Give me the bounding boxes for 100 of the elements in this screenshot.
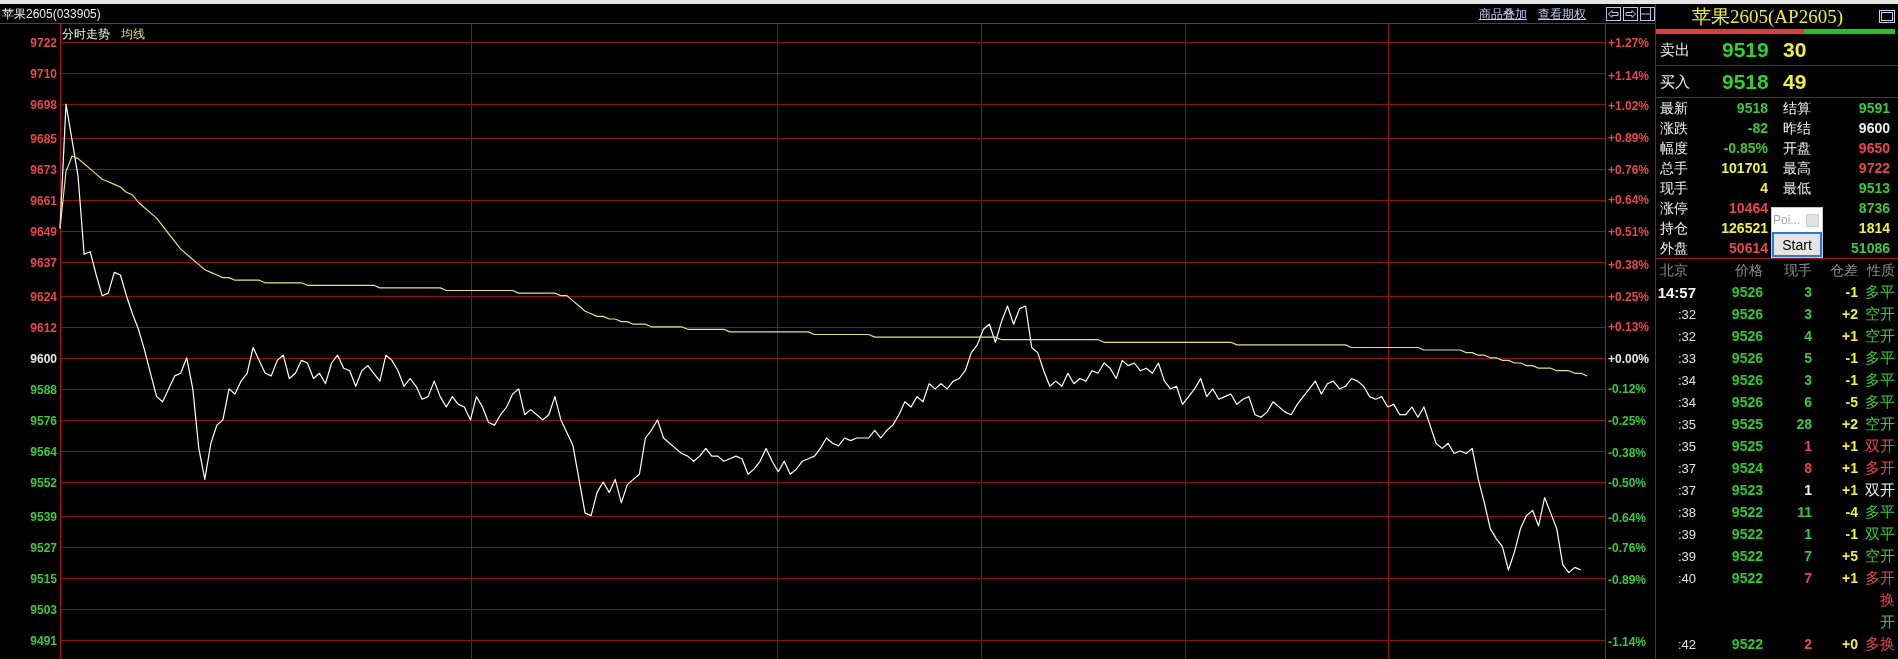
trade-nature: 空开 <box>1865 328 1895 344</box>
trade-oi-change: +1 <box>1842 570 1858 586</box>
trade-price: 9526 <box>1731 394 1763 410</box>
trade-nature: 空开 <box>1865 416 1895 432</box>
price-axis-label: 9624 <box>30 290 57 304</box>
quote-label: 最高 <box>1783 160 1811 176</box>
trade-volume: 11 <box>1797 504 1812 520</box>
percent-axis-label: +0.64% <box>1608 193 1650 207</box>
trade-time: :39 <box>1677 548 1696 564</box>
trade-oi-change: +0 <box>1842 636 1858 652</box>
trade-oi-change: +1 <box>1842 328 1858 344</box>
quote-label: 幅度 <box>1660 140 1688 156</box>
column-header: 北京 <box>1660 262 1688 278</box>
column-header: 性质 <box>1867 262 1895 278</box>
header-link[interactable]: 商品叠加 <box>1479 6 1527 21</box>
maximize-icon[interactable] <box>1879 10 1895 23</box>
trade-oi-change: +2 <box>1842 416 1858 432</box>
trade-nature: 多平 <box>1865 350 1895 366</box>
price-axis-label: 9722 <box>30 36 57 50</box>
trade-time: :40 <box>1677 570 1696 586</box>
percent-axis-label: -1.14% <box>1608 635 1647 649</box>
price-axis-label: 9600 <box>30 352 57 366</box>
price-axis-label: 9673 <box>30 163 57 177</box>
price-axis-label: 9685 <box>30 132 57 146</box>
trade-volume: 6 <box>1804 394 1812 410</box>
trade-nature: 多平 <box>1865 372 1895 388</box>
trade-volume: 3 <box>1804 372 1812 388</box>
trade-time: :39 <box>1677 526 1696 542</box>
trade-price: 9522 <box>1731 636 1763 652</box>
percent-axis-label: +1.14% <box>1608 69 1650 83</box>
price-axis-label: 9503 <box>30 603 57 617</box>
trade-price: 9524 <box>1731 460 1763 476</box>
trade-nature: 空开 <box>1865 548 1895 564</box>
percent-axis-label: +1.27% <box>1608 36 1650 50</box>
trade-nature: 双平 <box>1865 526 1895 542</box>
order-volume: 30 <box>1783 38 1807 61</box>
quote-label: 最新 <box>1660 100 1688 116</box>
quote-label: 最低 <box>1783 180 1811 196</box>
trade-time: :33 <box>1677 350 1696 366</box>
trade-oi-change: -4 <box>1845 504 1858 520</box>
column-header: 仓差 <box>1830 262 1858 278</box>
trade-time: :32 <box>1677 328 1696 344</box>
price-axis-label: 9637 <box>30 256 57 270</box>
percent-axis-label: +0.76% <box>1608 163 1650 177</box>
quote-value: 51086 <box>1851 240 1890 256</box>
trade-time: :35 <box>1677 438 1696 454</box>
trade-volume: 1 <box>1804 526 1812 542</box>
trade-volume: 3 <box>1804 284 1812 300</box>
header-link[interactable]: 查看期权 <box>1538 6 1586 21</box>
trade-nature: 多开 <box>1865 460 1895 476</box>
quote-value: 101701 <box>1721 160 1768 176</box>
legend-label: 均线 <box>121 27 145 41</box>
price-axis-label: 9527 <box>30 541 57 555</box>
percent-axis-label: -0.25% <box>1608 414 1647 428</box>
quote-value: 50614 <box>1729 240 1768 256</box>
trade-time: :42 <box>1677 636 1696 652</box>
percent-axis-label: +1.02% <box>1608 99 1650 113</box>
trade-volume: 8 <box>1804 460 1812 476</box>
trade-nature: 开 <box>1880 614 1895 630</box>
trade-price: 9522 <box>1731 526 1763 542</box>
price-axis-label: 9588 <box>30 383 57 397</box>
price-axis-label: 9661 <box>30 194 57 208</box>
trade-oi-change: -1 <box>1845 526 1858 542</box>
percent-axis-label: -0.50% <box>1608 476 1647 490</box>
quote-label: 总手 <box>1660 160 1688 176</box>
trade-oi-change: -1 <box>1845 350 1858 366</box>
trade-nature: 换 <box>1880 592 1895 608</box>
trade-time: :35 <box>1677 416 1696 432</box>
trade-nature: 空开 <box>1865 306 1895 322</box>
instrument-title: 苹果2605(033905) <box>2 6 101 21</box>
percent-axis-label: -0.89% <box>1608 573 1647 587</box>
price-axis-label: 9515 <box>30 572 57 586</box>
split-layout-icon[interactable] <box>1640 6 1655 21</box>
price-axis-label: 9649 <box>30 225 57 239</box>
quote-label: 涨跌 <box>1660 120 1688 136</box>
quote-value: 9650 <box>1858 140 1890 156</box>
percent-axis-label: +0.13% <box>1608 320 1650 334</box>
quote-value: 8736 <box>1858 200 1890 216</box>
start-button[interactable]: Start <box>1772 232 1822 257</box>
trade-time: :32 <box>1677 306 1696 322</box>
quote-label: 外盘 <box>1660 240 1688 256</box>
trade-oi-change: +1 <box>1842 482 1858 498</box>
quote-value: 9591 <box>1858 100 1890 116</box>
right-arrow-icon[interactable] <box>1623 6 1638 21</box>
trade-volume: 7 <box>1804 570 1812 586</box>
chart-title: 分时走势 <box>62 27 110 41</box>
column-header: 现手 <box>1784 262 1812 278</box>
percent-axis-label: +0.38% <box>1608 258 1650 272</box>
price-axis-label: 9552 <box>30 476 57 490</box>
trade-price: 9526 <box>1731 350 1763 366</box>
percent-axis-label: -0.76% <box>1608 541 1647 555</box>
left-arrow-icon[interactable] <box>1606 6 1621 21</box>
trade-volume: 4 <box>1804 328 1812 344</box>
price-axis-label: 9564 <box>30 445 57 459</box>
trade-price: 9526 <box>1731 284 1763 300</box>
trade-price: 9522 <box>1731 548 1763 564</box>
quote-label: 持仓 <box>1660 220 1688 236</box>
quote-label: 现手 <box>1660 180 1688 196</box>
trade-time: :38 <box>1677 504 1696 520</box>
quote-value: 9513 <box>1858 180 1890 196</box>
